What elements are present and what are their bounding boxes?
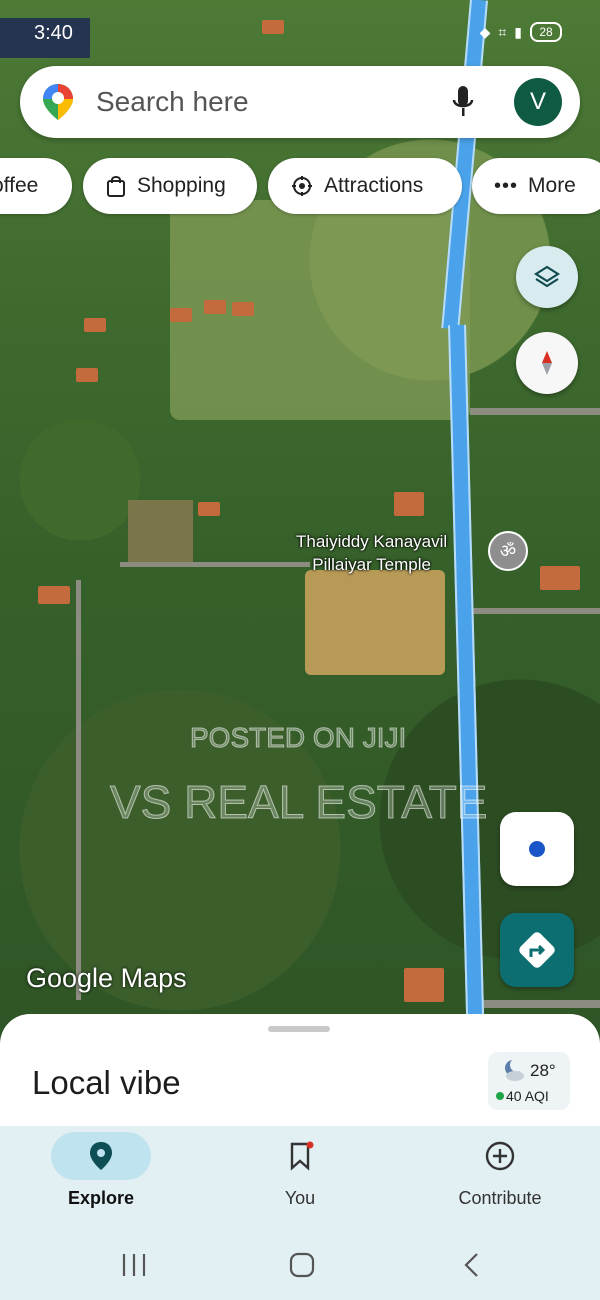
building-roof [170,308,192,322]
building-roof [76,368,98,382]
place-label-line2: Pillaiyar Temple [312,555,431,574]
building-roof [84,318,106,332]
chip-shopping[interactable]: Shopping [83,158,257,214]
compass-button[interactable] [516,332,578,394]
back-icon[interactable] [458,1252,486,1278]
om-temple-icon[interactable]: ॐ [488,531,528,571]
map-pond [305,570,445,675]
wifi-icon: ⌗ [498,23,507,40]
place-label[interactable]: Thaiyiddy Kanayavil Pillaiyar Temple [296,530,447,576]
aqi-value: 40 AQI [506,1088,549,1104]
nav-explore[interactable]: Explore [50,1126,152,1230]
attractions-icon [292,176,312,196]
nav-contribute[interactable]: Contribute [440,1126,560,1230]
place-label-line1: Thaiyiddy Kanayavil [296,532,448,551]
watermark-text: VS REAL ESTATE [109,776,488,829]
watermark-text: POSTED ON JIJI [189,722,407,754]
chip-label: More [528,174,576,197]
shopping-bag-icon [107,176,125,197]
building-roof [198,502,220,516]
home-icon[interactable] [288,1252,316,1278]
weather-widget[interactable]: 28° 40 AQI [488,1052,570,1110]
signal-icon: ▮ [514,23,522,40]
chip-label: Attractions [324,174,424,197]
chip-attractions[interactable]: Attractions [268,158,462,214]
chip-label: Shopping [137,174,226,197]
weather-temp: 28° [530,1061,556,1080]
map-road [470,408,600,415]
more-dots-icon: ••• [494,174,519,197]
bookmark-icon [290,1141,314,1171]
status-bar: 3:40 ◆ ⌗ ▮ 28 [0,0,600,60]
map-road [120,562,310,567]
chip-more[interactable]: ••• More [472,158,600,214]
chip-label: offee [0,174,39,197]
search-bar[interactable]: Search here V [20,66,580,138]
search-input[interactable]: Search here [96,86,249,118]
building-roof [540,566,580,590]
sheet-drag-handle[interactable] [268,1026,330,1032]
battery-icon: 28 [530,22,562,42]
recent-apps-icon[interactable] [120,1252,148,1278]
explore-pin-icon [90,1142,112,1170]
aqi-status-dot [496,1092,504,1100]
microphone-icon[interactable] [452,82,474,122]
map-road [470,608,600,614]
nav-you[interactable]: You [250,1126,350,1230]
status-time: 3:40 [0,18,90,58]
building-roof [404,968,444,1002]
weather-moon-cloud-icon [505,1058,524,1081]
layers-button[interactable] [516,246,578,308]
my-location-icon [529,841,545,857]
sheet-title: Local vibe [32,1064,181,1101]
avatar[interactable]: V [514,78,562,126]
compass-icon [542,351,552,375]
layers-icon [533,265,561,288]
building-roof [38,586,70,604]
route-line [448,324,485,1015]
nav-label-explore: Explore [67,1188,135,1208]
status-icons: ◆ ⌗ ▮ 28 [480,22,562,42]
map-road [470,1000,600,1008]
system-navigation-bar [0,1230,600,1300]
nav-label-you: You [284,1188,316,1208]
location-status-icon: ◆ [479,23,491,40]
add-circle-icon [485,1141,515,1171]
building-roof [232,302,254,316]
my-location-button[interactable] [500,812,574,886]
google-maps-logo: Google Maps [26,963,187,993]
map-road [76,580,81,1000]
bottom-nav: Explore You Contribute [0,1126,600,1230]
nav-label-contribute: Contribute [458,1188,542,1208]
directions-button[interactable] [500,913,574,987]
building-roof [204,300,226,314]
google-maps-pin-icon [43,84,73,120]
building-roof [394,492,424,516]
chip-coffee[interactable]: offee [0,158,72,214]
directions-icon [519,932,555,968]
map-clearing [128,500,193,565]
